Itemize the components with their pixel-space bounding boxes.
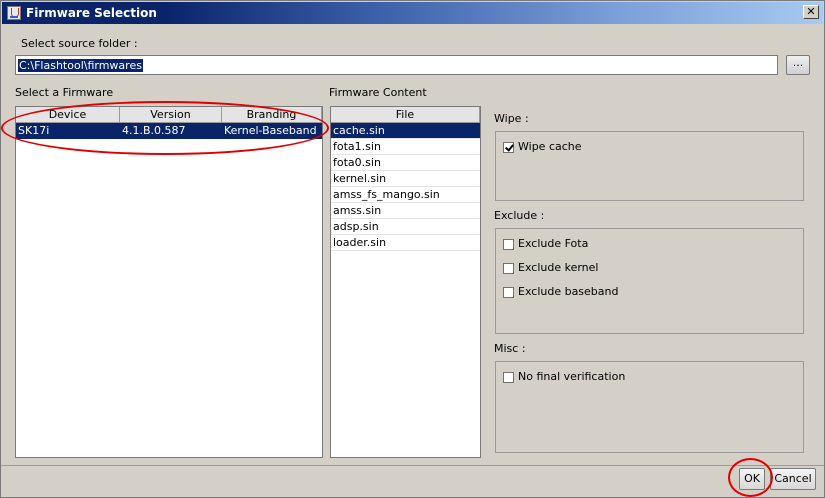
misc-label: Misc : [494,342,526,355]
close-button[interactable]: ✕ [803,5,819,19]
wipe-cache-label[interactable]: Wipe cache [518,140,582,153]
java-icon [7,6,21,20]
exclude-kernel-label[interactable]: Exclude kernel [518,261,598,274]
exclude-baseband-checkbox[interactable] [503,287,514,298]
exclude-baseband-label[interactable]: Exclude baseband [518,285,619,298]
title-bar[interactable]: Firmware Selection ✕ [2,2,823,24]
list-item[interactable]: cache.sin [331,123,480,139]
file-list[interactable]: File cache.sin fota1.sin fota0.sin kerne… [330,106,481,458]
firmware-table[interactable]: Device Version Branding SK17i 4.1.B.0.58… [15,106,323,458]
highlight-annotation [1,101,329,155]
source-folder-input[interactable]: C:\Flashtool\firmwares [15,55,778,75]
exclude-label: Exclude : [494,209,545,222]
source-folder-label: Select source folder : [21,37,138,50]
highlight-annotation [728,458,773,497]
no-final-verification-label[interactable]: No final verification [518,370,625,383]
list-item[interactable]: kernel.sin [331,171,480,187]
list-item[interactable]: fota1.sin [331,139,480,155]
list-item[interactable]: loader.sin [331,235,480,251]
list-item[interactable]: fota0.sin [331,155,480,171]
source-folder-value: C:\Flashtool\firmwares [18,59,143,72]
column-header-file[interactable]: File [331,107,480,123]
wipe-cache-checkbox[interactable] [503,142,514,153]
no-final-verification-checkbox[interactable] [503,372,514,383]
list-item[interactable]: adsp.sin [331,219,480,235]
firmware-selection-window: Firmware Selection ✕ Select source folde… [0,0,825,498]
window-title: Firmware Selection [26,6,157,20]
exclude-fota-label[interactable]: Exclude Fota [518,237,588,250]
wipe-label: Wipe : [494,112,529,125]
browse-button[interactable]: ... [786,55,810,75]
select-firmware-label: Select a Firmware [15,86,114,99]
exclude-kernel-checkbox[interactable] [503,263,514,274]
divider [1,465,824,466]
cancel-button[interactable]: Cancel [770,468,816,490]
list-item[interactable]: amss_fs_mango.sin [331,187,480,203]
list-item[interactable]: amss.sin [331,203,480,219]
exclude-fota-checkbox[interactable] [503,239,514,250]
firmware-content-label: Firmware Content [329,86,427,99]
